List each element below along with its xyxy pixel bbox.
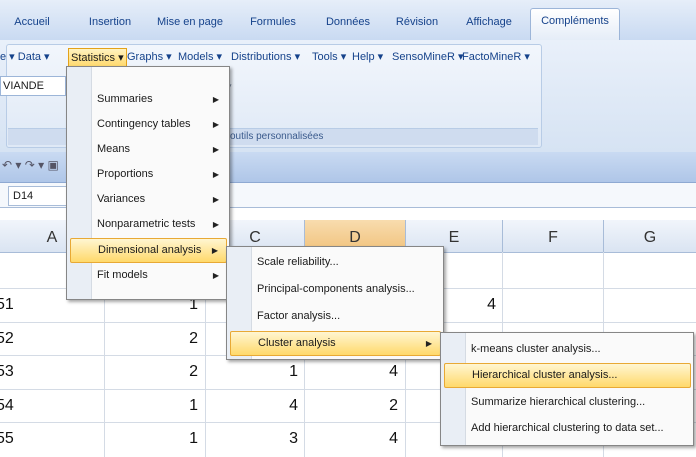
ribbon-menu-help[interactable]: Help ▾: [352, 48, 383, 66]
menu-item-label: Proportions: [97, 168, 154, 180]
menu-item-means[interactable]: Means ▶: [93, 137, 227, 162]
cell-d[interactable]: 4: [350, 428, 398, 450]
cell-b[interactable]: 2: [150, 361, 198, 383]
statistics-menu: Summaries ▶ Contingency tables ▶ Means ▶ Pr…: [66, 66, 230, 300]
menu-item-factor-analysis[interactable]: Factor analysis...: [253, 304, 441, 329]
ribbon-menu-graphs[interactable]: Graphs ▾: [127, 48, 172, 66]
tab-revision[interactable]: Révision: [386, 12, 448, 32]
ribbon-menu-sensominer[interactable]: SensoMineR ▾: [392, 48, 464, 66]
column-header-f[interactable]: F: [503, 220, 604, 253]
dataset-combo[interactable]: VIANDE: [0, 76, 66, 96]
name-box[interactable]: D14: [8, 186, 74, 206]
dimensional-analysis-menu: Scale reliability... Principal-component…: [226, 246, 444, 360]
cell-d[interactable]: 4: [350, 361, 398, 383]
cell-a[interactable]: 55: [0, 428, 14, 450]
cell-c[interactable]: 1: [250, 361, 298, 383]
menu-item-cluster-analysis[interactable]: Cluster analysis ▶: [230, 331, 441, 356]
chevron-right-icon: ▶: [212, 170, 219, 179]
menu-item-label: Nonparametric tests: [97, 218, 196, 230]
chevron-right-icon: ▶: [212, 271, 219, 280]
cluster-analysis-menu: k-means cluster analysis... Hierarchical…: [440, 332, 694, 446]
menu-item-label: Summaries: [97, 93, 153, 105]
menu-item-label: Means: [97, 143, 131, 155]
cell-a[interactable]: 52: [0, 328, 14, 350]
menu-item-contingency-tables[interactable]: Contingency tables ▶: [93, 112, 227, 137]
group-label: outils personnalisées: [230, 131, 324, 142]
cell-b[interactable]: 2: [150, 328, 198, 350]
chevron-right-icon: ▶: [425, 339, 432, 348]
ribbon-menu-factominer[interactable]: FactoMineR ▾: [462, 48, 530, 66]
ribbon-menu-tools[interactable]: Tools ▾: [312, 48, 346, 66]
cell-b[interactable]: 1: [150, 428, 198, 450]
menu-item-variances[interactable]: Variances ▶: [93, 187, 227, 212]
menu-item-proportions[interactable]: Proportions ▶: [93, 162, 227, 187]
tab-affichage[interactable]: Affichage: [456, 12, 522, 32]
ribbon-menu-distributions[interactable]: Distributions ▾: [231, 48, 300, 66]
cell-a[interactable]: 51: [0, 294, 14, 316]
menu-item-label: Cluster analysis: [258, 337, 336, 349]
cell-c[interactable]: 4: [250, 395, 298, 417]
menu-item-label: Contingency tables: [97, 118, 191, 130]
ribbon-menu-statistics[interactable]: Statistics ▾: [68, 48, 127, 68]
menu-item-nonparametric-tests[interactable]: Nonparametric tests ▶: [93, 212, 227, 237]
menu-item-scale-reliability[interactable]: Scale reliability...: [253, 250, 441, 275]
menu-item-add-hierarchical[interactable]: Add hierarchical clustering to data set.…: [467, 416, 691, 441]
cell-e[interactable]: 4: [440, 294, 496, 316]
menu-item-label: Dimensional analysis: [98, 244, 202, 256]
menu-item-summarize-hierarchical[interactable]: Summarize hierarchical clustering...: [467, 390, 691, 415]
chevron-right-icon: ▶: [212, 95, 219, 104]
tab-complements[interactable]: Compléments: [530, 8, 620, 41]
tab-insertion[interactable]: Insertion: [80, 12, 140, 32]
menu-item-summaries[interactable]: Summaries ▶: [93, 87, 227, 112]
chevron-right-icon: ▶: [212, 195, 219, 204]
chevron-right-icon: ▶: [211, 246, 218, 255]
tab-donnees[interactable]: Données: [318, 12, 378, 32]
tab-formules[interactable]: Formules: [240, 12, 306, 32]
tab-accueil[interactable]: Accueil: [2, 12, 62, 32]
cell-a[interactable]: 53: [0, 361, 14, 383]
cell-b[interactable]: 1: [150, 395, 198, 417]
menu-icon-strip: [441, 333, 466, 445]
menu-item-kmeans[interactable]: k-means cluster analysis...: [467, 337, 691, 362]
menu-icon-strip: [67, 67, 92, 299]
column-header-g[interactable]: G: [604, 220, 696, 253]
chevron-right-icon: ▶: [212, 220, 219, 229]
menu-item-hierarchical-cluster[interactable]: Hierarchical cluster analysis...: [444, 363, 691, 388]
menu-item-dimensional-analysis[interactable]: Dimensional analysis ▶: [70, 238, 227, 263]
undo-redo-icon[interactable]: ↶ ▾ ↷ ▾ ▣: [2, 158, 59, 172]
tab-mise-en-page[interactable]: Mise en page: [150, 12, 230, 32]
menu-item-principal-components[interactable]: Principal-components analysis...: [253, 277, 441, 302]
chevron-right-icon: ▶: [212, 120, 219, 129]
menu-item-fit-models[interactable]: Fit models ▶: [93, 263, 227, 288]
chevron-right-icon: ▶: [212, 145, 219, 154]
cell-d[interactable]: 2: [350, 395, 398, 417]
cell-c[interactable]: 3: [250, 428, 298, 450]
ribbon-menu-data[interactable]: e ▾ Data ▾: [0, 48, 50, 66]
cell-a[interactable]: 54: [0, 395, 14, 417]
menu-item-label: Variances: [97, 193, 146, 205]
ribbon-menu-models[interactable]: Models ▾: [178, 48, 222, 66]
menu-item-label: Fit models: [97, 269, 148, 281]
